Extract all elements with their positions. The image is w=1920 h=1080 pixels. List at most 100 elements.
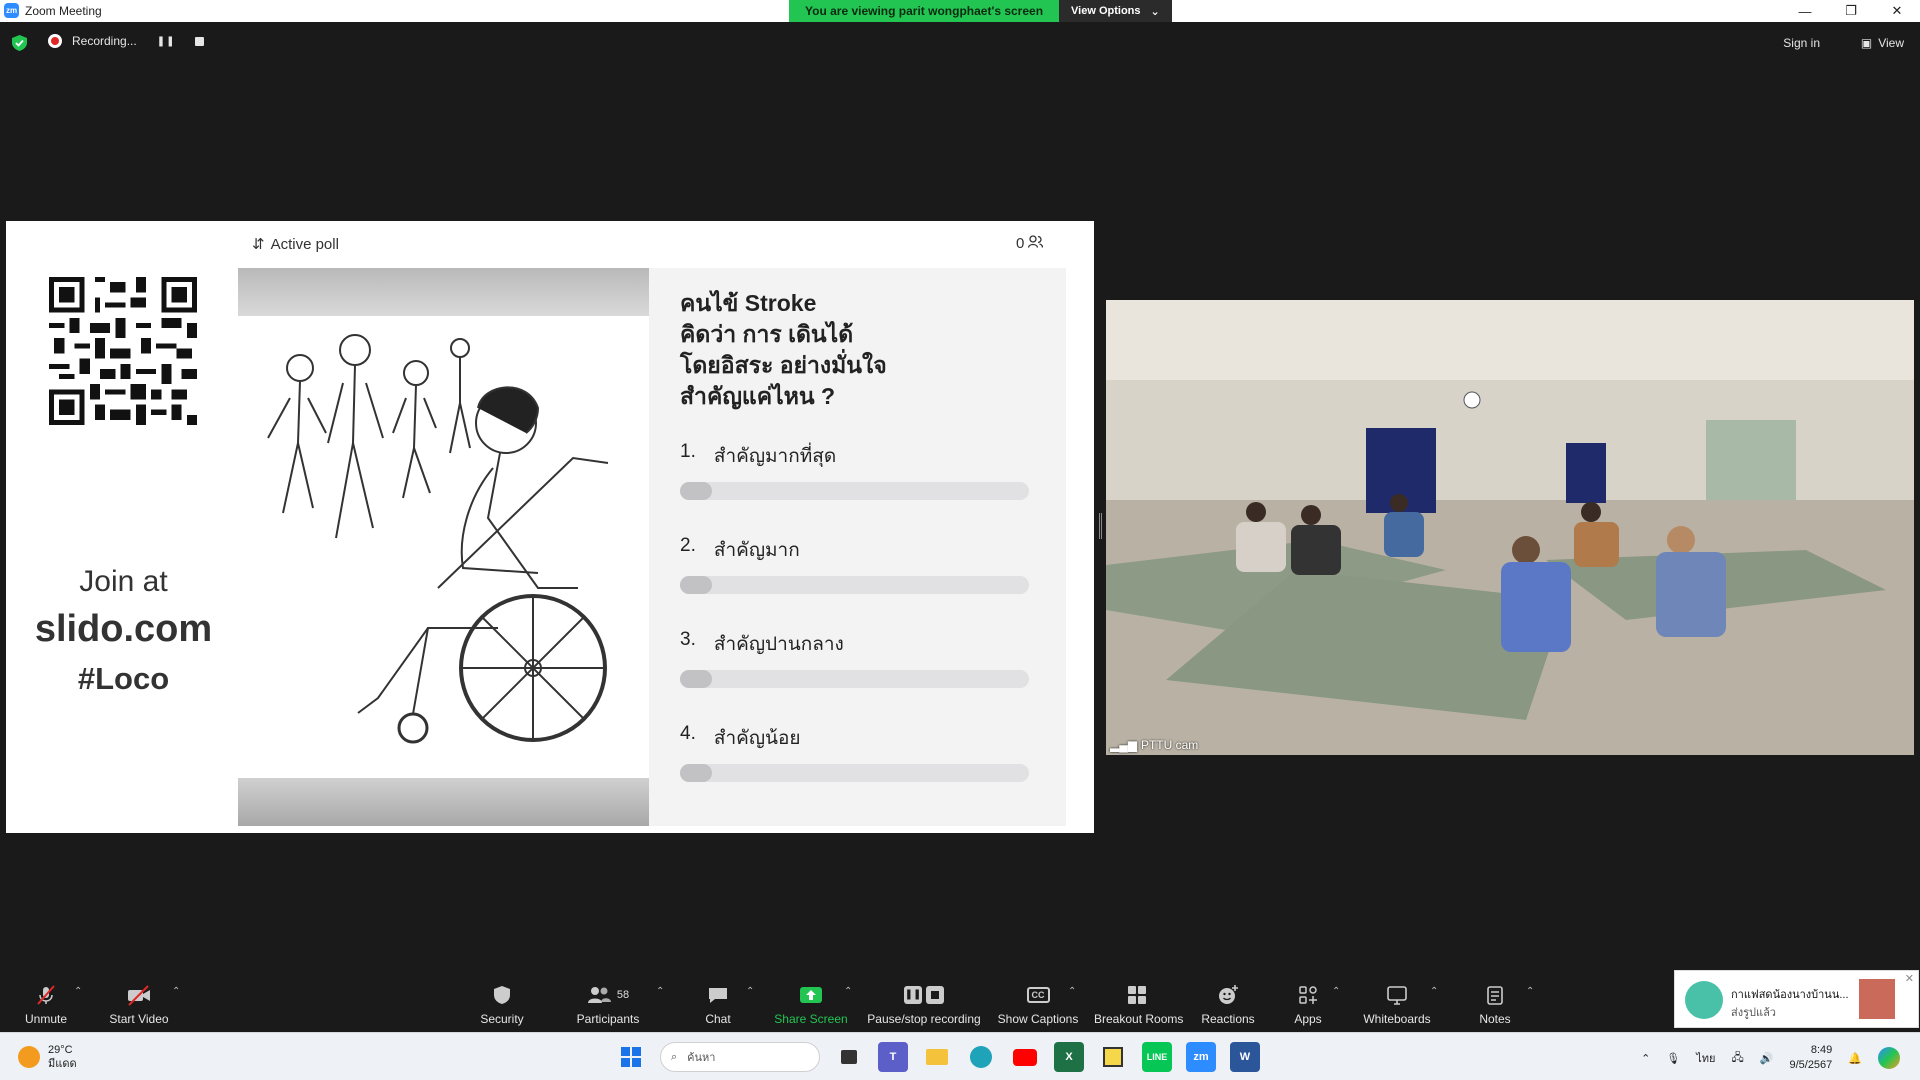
apps-caret-icon[interactable]: ⌃ [1332, 986, 1340, 997]
close-icon[interactable]: ✕ [1905, 972, 1914, 985]
sun-icon [18, 1046, 40, 1068]
option-progress-bar [680, 764, 1029, 782]
apps-button[interactable]: Apps [1290, 984, 1326, 1026]
share-screen-arrow-icon [800, 987, 822, 1003]
weather-widget[interactable]: 29°C มีแดด [18, 1043, 77, 1071]
participants-button[interactable]: 58 Participants [574, 984, 642, 1026]
notes-caret-icon[interactable]: ⌃ [1526, 986, 1534, 997]
share-caret-icon[interactable]: ⌃ [844, 986, 852, 997]
encryption-shield-icon[interactable] [12, 35, 27, 51]
sort-arrows-icon: ⇵ [252, 236, 265, 253]
microphone-icon[interactable]: 🎙 [1666, 1052, 1680, 1065]
question-line: สำคัญแค่ไหน ? [680, 383, 836, 409]
notification-toast[interactable]: กาแฟสดน้องนางบ้านน... ส่งรูปแล้ว ✕ [1674, 970, 1919, 1028]
poll-header-label: Active poll [270, 235, 339, 253]
system-tray: ⌃ 🎙 ไทย 🖧 🔊 8:49 9/5/2567 🔔 [1641, 1043, 1900, 1073]
split-view-divider[interactable] [1099, 513, 1102, 539]
option-progress-fill [680, 670, 712, 688]
word-icon[interactable]: W [1230, 1042, 1260, 1072]
camera-name: PTTU cam [1140, 738, 1199, 752]
start-video-label: Start Video [109, 1012, 169, 1026]
weather-description: มีแดด [48, 1058, 77, 1070]
title-bar: zm Zoom Meeting You are viewing parit wo… [0, 0, 1920, 22]
chat-caret-icon[interactable]: ⌃ [746, 986, 754, 997]
breakout-rooms-button[interactable]: Breakout Rooms [1094, 984, 1183, 1026]
line-icon[interactable]: LINE [1142, 1042, 1172, 1072]
start-video-button[interactable]: Start Video [106, 984, 172, 1026]
participants-icon [587, 987, 611, 1003]
share-screen-label: Share Screen [774, 1012, 848, 1026]
sticky-notes-icon[interactable] [1098, 1042, 1128, 1072]
qr-code [49, 277, 197, 425]
option-progress-bar [680, 670, 1029, 688]
windows-start-icon[interactable] [616, 1042, 646, 1072]
poll-option-4: 4. สำคัญน้อย [680, 723, 1030, 782]
minimize-icon[interactable]: — [1782, 0, 1828, 22]
security-button[interactable]: Security [478, 984, 526, 1026]
security-label: Security [480, 1012, 524, 1026]
notes-button[interactable]: Notes [1478, 984, 1512, 1026]
volume-icon[interactable]: 🔊 [1760, 1052, 1774, 1065]
captions-caret-icon[interactable]: ⌃ [1068, 986, 1076, 997]
chat-button[interactable]: Chat [700, 984, 736, 1026]
restore-icon[interactable]: ❐ [1828, 0, 1874, 22]
illustration-bottom-band [238, 778, 649, 826]
notification-avatar [1685, 981, 1723, 1019]
window-title: Zoom Meeting [25, 3, 102, 18]
notification-bell-icon[interactable]: 🔔 [1848, 1052, 1862, 1065]
event-code: #Loco [77, 661, 170, 696]
zoom-taskbar-icon[interactable]: zm [1186, 1042, 1216, 1072]
whiteboards-caret-icon[interactable]: ⌃ [1430, 986, 1438, 997]
input-language[interactable]: ไทย [1696, 1049, 1715, 1067]
close-icon[interactable]: ✕ [1874, 0, 1920, 22]
video-options-caret-icon[interactable]: ⌃ [172, 986, 180, 997]
chevron-up-icon[interactable]: ⌃ [1641, 1052, 1650, 1065]
chat-label: Chat [705, 1012, 731, 1026]
recording-label: Recording... [72, 34, 137, 48]
poll-option-3: 3. สำคัญปานกลาง [680, 629, 1030, 688]
clock[interactable]: 8:49 9/5/2567 [1789, 1043, 1832, 1073]
pause-stop-recording-button[interactable]: ❚❚ Pause/stop recording [866, 984, 982, 1026]
view-button[interactable]: ▣ View [1861, 36, 1904, 50]
option-label: สำคัญน้อย [713, 728, 801, 749]
camera-video-tile[interactable]: ▂▄▆ PTTU cam [1106, 300, 1914, 755]
edge-browser-icon[interactable] [966, 1042, 996, 1072]
youtube-icon[interactable] [1010, 1042, 1040, 1072]
sign-in-button[interactable]: Sign in [1783, 36, 1820, 50]
question-line: คนไข้ Stroke [680, 290, 817, 316]
copilot-icon[interactable] [1878, 1047, 1900, 1069]
network-icon[interactable]: 🖧 [1732, 1049, 1744, 1068]
view-options-label: View Options [1071, 5, 1141, 17]
option-progress-bar [680, 482, 1029, 500]
option-number: 2. [680, 535, 696, 556]
reactions-button[interactable]: Reactions [1200, 984, 1256, 1026]
whiteboards-button[interactable]: Whiteboards [1362, 984, 1432, 1026]
reactions-smiley-icon [1219, 985, 1238, 1004]
option-number: 1. [680, 441, 696, 462]
excel-icon[interactable]: X [1054, 1042, 1084, 1072]
window-controls: — ❐ ✕ [1782, 0, 1920, 22]
teams-icon[interactable]: T [878, 1042, 908, 1072]
view-options-button[interactable]: View Options ⌄ [1059, 0, 1172, 22]
taskbar-search[interactable]: ⌕ ค้นหา [660, 1042, 820, 1072]
participants-caret-icon[interactable]: ⌃ [656, 986, 664, 997]
unmute-button[interactable]: Unmute [22, 984, 70, 1026]
poll-question: คนไข้ Stroke คิดว่า การ เดินได้ โดยอิสระ… [680, 288, 1040, 412]
pause-icon: ❚❚ [904, 986, 922, 1004]
viewing-message: You are viewing parit wongphaet's screen [789, 0, 1060, 22]
question-line: คิดว่า การ เดินได้ [680, 321, 854, 347]
stop-recording-icon[interactable] [195, 36, 205, 46]
pause-recording-icon[interactable]: ❚❚ [157, 36, 176, 47]
search-placeholder: ค้นหา [687, 1052, 716, 1064]
file-explorer-icon[interactable] [922, 1042, 952, 1072]
share-screen-button[interactable]: Share Screen [774, 984, 848, 1026]
chat-bubble-icon [709, 988, 727, 1003]
slido-url: slido.com [34, 608, 213, 650]
participants-count: 58 [616, 989, 630, 1001]
notification-subtitle: ส่งรูปแล้ว [1731, 1007, 1776, 1019]
audio-options-caret-icon[interactable]: ⌃ [74, 986, 82, 997]
taskbar-apps: ⌕ ค้นหา T X LINE zm W [616, 1042, 1260, 1072]
task-view-icon[interactable] [834, 1042, 864, 1072]
clock-date: 9/5/2567 [1789, 1059, 1833, 1071]
option-progress-fill [680, 482, 712, 500]
